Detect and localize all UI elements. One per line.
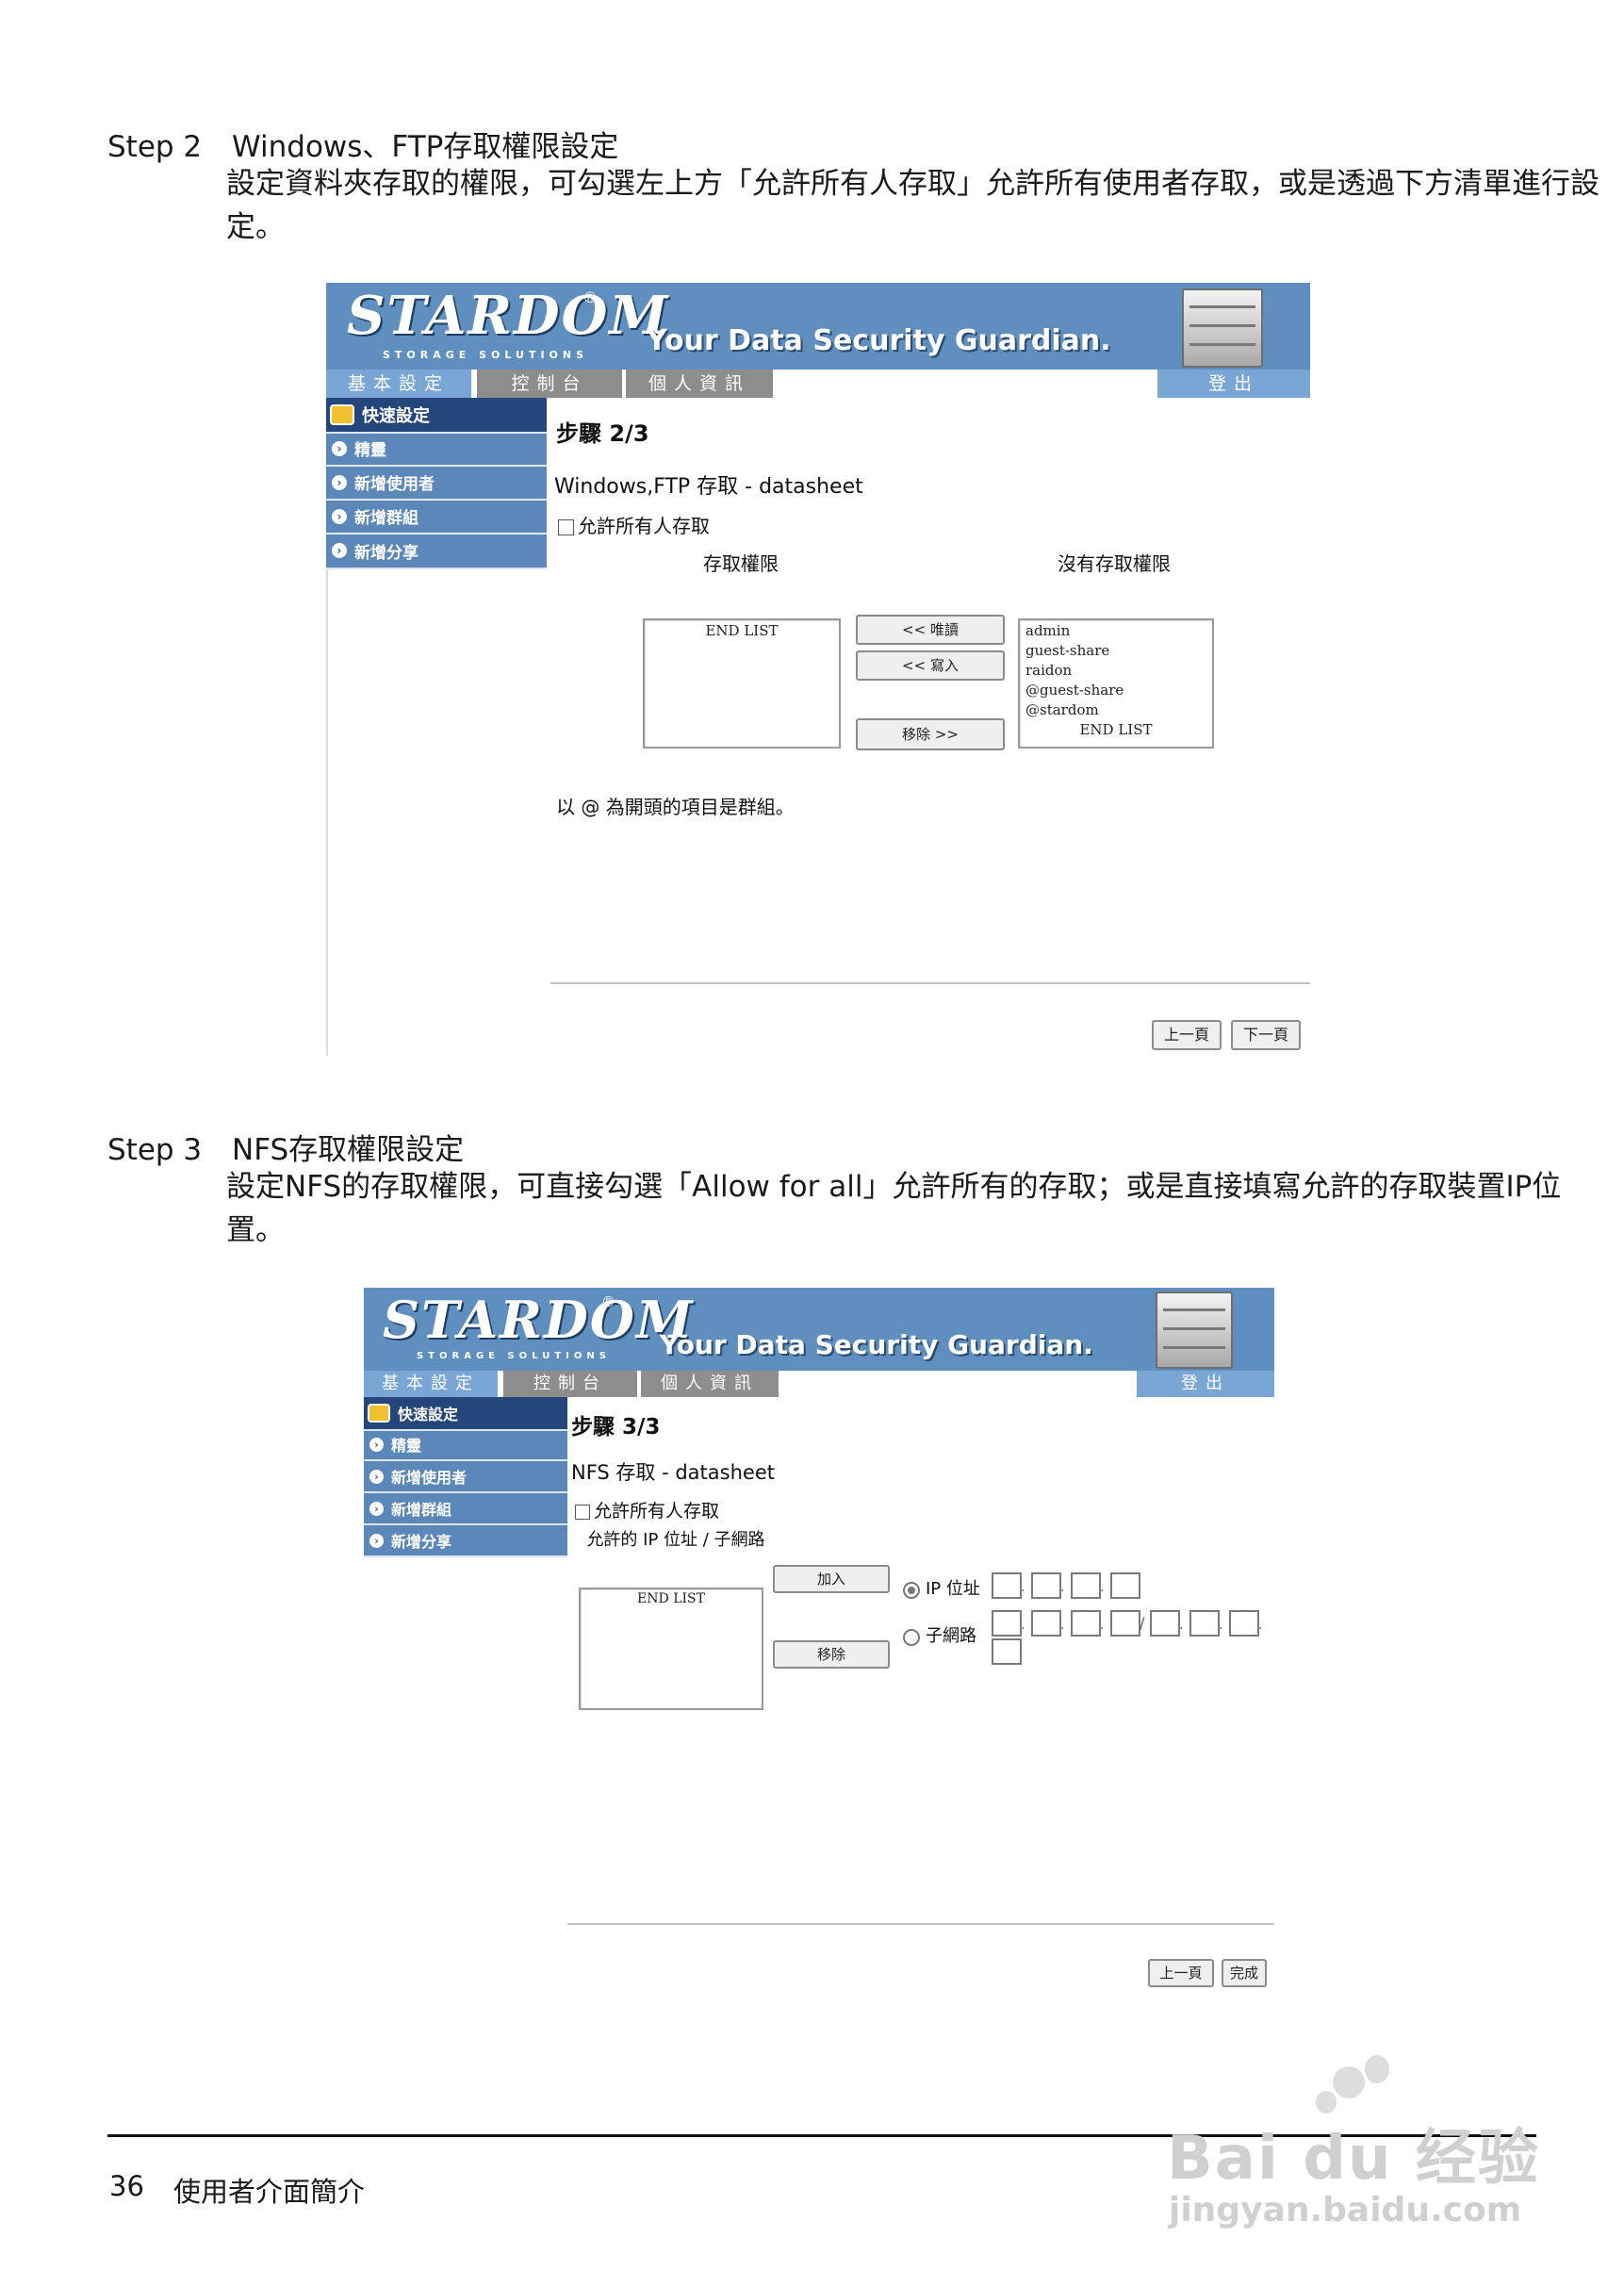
step2-title: Windows、FTP存取權限設定 <box>232 130 619 164</box>
logo-subtitle: STORAGE SOLUTIONS <box>417 1351 611 1361</box>
server-icon <box>1182 288 1263 368</box>
tagline: Your Data Security Guardian. <box>660 1329 1093 1360</box>
sidebar: 快速設定 › 精靈 › 新增使用者 › 新增群組 › 新增分享 <box>364 1397 567 1557</box>
ip-address-label: IP 位址 <box>926 1579 980 1599</box>
list-item[interactable]: admin <box>1025 622 1206 639</box>
nas-banner: STARDOM ® STORAGE SOLUTIONS Your Data Se… <box>364 1288 1274 1371</box>
remove-button[interactable]: 移除 >> <box>856 718 1005 750</box>
tab-personal-info[interactable]: 個人資訊 <box>641 1371 779 1397</box>
tab-basic-settings[interactable]: 基本設定 <box>326 370 471 398</box>
folder-icon <box>368 1404 390 1423</box>
sidebar-item-add-user[interactable]: › 新增使用者 <box>364 1461 567 1493</box>
server-icon <box>1156 1292 1233 1369</box>
nas-banner: STARDOM ® STORAGE SOLUTIONS Your Data Se… <box>326 283 1310 370</box>
sidebar-item-add-share[interactable]: › 新增分享 <box>364 1525 567 1557</box>
ip-list[interactable]: END LIST <box>579 1588 763 1710</box>
tagline: Your Data Security Guardian. <box>647 324 1111 357</box>
subnet-radio[interactable] <box>903 1629 920 1646</box>
tab-control-panel[interactable]: 控制台 <box>477 370 622 398</box>
watermark-brand: Bai du 经验 <box>1167 2124 1540 2194</box>
sidebar-item-quick-setup[interactable]: 快速設定 <box>364 1397 567 1431</box>
list-item[interactable]: @stardom <box>1025 701 1206 718</box>
chevron-right-icon: › <box>369 1501 384 1516</box>
list-item[interactable]: END LIST <box>1025 721 1206 738</box>
no-access-column-label: 沒有存取權限 <box>1058 552 1171 575</box>
sidebar-item-quick-setup[interactable]: 快速設定 <box>326 398 547 434</box>
step-title: 步驟 3/3 <box>571 1415 661 1440</box>
chevron-right-icon: › <box>332 543 347 558</box>
prev-page-button[interactable]: 上一頁 <box>1148 1959 1214 1987</box>
sidebar-item-wizard[interactable]: › 精靈 <box>364 1429 567 1461</box>
chevron-right-icon: › <box>369 1437 384 1452</box>
ip-list-label: 允許的 IP 位址 / 子網路 <box>586 1530 765 1550</box>
mask-octet-field[interactable] <box>992 1638 1022 1665</box>
ip-octet-field[interactable] <box>1031 1572 1061 1599</box>
chevron-right-icon: › <box>332 474 347 490</box>
mask-octet-field[interactable] <box>1150 1610 1180 1637</box>
nas-screenshot-step3: STARDOM ® STORAGE SOLUTIONS Your Data Se… <box>364 1288 1274 1995</box>
remove-button[interactable]: 移除 <box>773 1640 890 1669</box>
add-button[interactable]: 加入 <box>773 1565 890 1593</box>
subnet-label: 子網路 <box>926 1626 976 1646</box>
step3-label: Step 3 <box>107 1133 203 1167</box>
next-page-button[interactable]: 下一頁 <box>1231 1020 1301 1050</box>
page-number: 36 <box>109 2170 144 2202</box>
share-title: NFS 存取 - datasheet <box>571 1461 775 1484</box>
stardom-logo: STARDOM <box>347 285 670 347</box>
read-only-button[interactable]: << 唯讀 <box>856 615 1005 645</box>
chevron-right-icon: › <box>332 508 347 524</box>
write-button[interactable]: << 寫入 <box>856 650 1005 681</box>
folder-icon <box>330 404 354 425</box>
prev-page-button[interactable]: 上一頁 <box>1152 1020 1222 1050</box>
paw-icon <box>1333 2066 1365 2098</box>
list-item[interactable]: @guest-share <box>1025 682 1206 699</box>
sidebar: 快速設定 › 精靈 › 新增使用者 › 新增群組 › 新增分享 <box>326 398 547 569</box>
subnet-octet-field[interactable] <box>1031 1610 1061 1637</box>
allow-all-checkbox[interactable]: 允許所有人存取 <box>558 511 710 538</box>
subnet-octet-field[interactable] <box>1071 1610 1101 1637</box>
section-title: 使用者介面簡介 <box>173 2176 366 2208</box>
ip-octet-field[interactable] <box>992 1572 1022 1599</box>
ip-octet-field[interactable] <box>1071 1572 1101 1599</box>
allow-all-checkbox[interactable]: 允許所有人存取 <box>575 1497 719 1522</box>
nas-screenshot-step2: STARDOM ® STORAGE SOLUTIONS Your Data Se… <box>326 283 1310 1056</box>
share-title: Windows,FTP 存取 - datasheet <box>554 475 863 499</box>
finish-button[interactable]: 完成 <box>1222 1959 1267 1987</box>
step2-label: Step 2 <box>107 130 203 164</box>
chevron-right-icon: › <box>369 1533 384 1548</box>
access-list[interactable]: END LIST <box>643 618 841 749</box>
list-item[interactable]: END LIST <box>586 1591 756 1606</box>
ip-address-radio[interactable] <box>903 1582 920 1599</box>
sidebar-item-add-group[interactable]: › 新增群組 <box>326 500 547 535</box>
logout-button[interactable]: 登出 <box>1137 1371 1274 1397</box>
list-item[interactable]: guest-share <box>1025 642 1206 659</box>
group-note: 以 @ 為開頭的項目是群組。 <box>556 796 795 818</box>
list-item[interactable]: raidon <box>1025 662 1206 679</box>
sidebar-item-add-group[interactable]: › 新增群組 <box>364 1493 567 1525</box>
sidebar-item-add-user[interactable]: › 新增使用者 <box>326 466 547 501</box>
no-access-list[interactable]: admin guest-share raidon @guest-share @s… <box>1018 618 1214 749</box>
step3-description: 設定NFS的存取權限，可直接勾選「Allow for all」允許所有的存取；或… <box>226 1170 1562 1247</box>
sidebar-item-add-share[interactable]: › 新增分享 <box>326 534 547 569</box>
access-column-label: 存取權限 <box>703 552 779 575</box>
subnet-octet-field[interactable] <box>992 1610 1022 1637</box>
ip-octet-field[interactable] <box>1110 1572 1140 1599</box>
mask-octet-field[interactable] <box>1229 1610 1259 1637</box>
mask-octet-field[interactable] <box>1189 1610 1220 1637</box>
step-title: 步驟 2/3 <box>556 420 649 447</box>
chevron-right-icon: › <box>369 1469 384 1484</box>
tab-basic-settings[interactable]: 基本設定 <box>364 1371 498 1397</box>
logo-subtitle: STORAGE SOLUTIONS <box>383 349 589 361</box>
subnet-octet-field[interactable] <box>1110 1610 1140 1637</box>
tab-control-panel[interactable]: 控制台 <box>503 1371 637 1397</box>
stardom-logo: STARDOM <box>383 1290 695 1350</box>
sidebar-item-wizard[interactable]: › 精靈 <box>326 432 547 467</box>
step2-description: 設定資料夾存取的權限，可勾選左上方「允許所有人存取」允許所有使用者存取，或是透過… <box>226 167 1599 244</box>
watermark-url: jingyan.baidu.com <box>1169 2191 1522 2229</box>
step3-title: NFS存取權限設定 <box>232 1133 465 1167</box>
logout-button[interactable]: 登出 <box>1157 370 1310 398</box>
chevron-right-icon: › <box>332 440 347 456</box>
list-item[interactable]: END LIST <box>650 622 833 639</box>
tab-personal-info[interactable]: 個人資訊 <box>626 370 773 398</box>
